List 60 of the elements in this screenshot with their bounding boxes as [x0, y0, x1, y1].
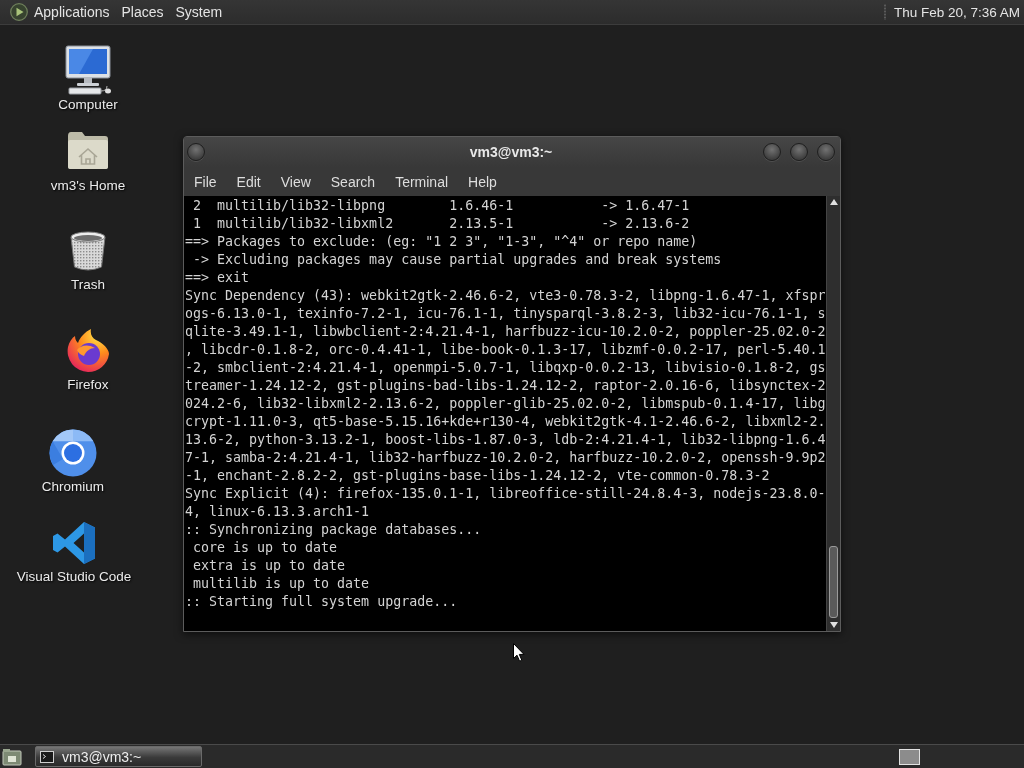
terminal-line: core is up to date — [192, 539, 339, 557]
minimize-button[interactable] — [763, 143, 781, 161]
home-folder-icon[interactable] — [66, 130, 110, 170]
close-button[interactable] — [817, 143, 835, 161]
trash-can-icon[interactable] — [68, 230, 108, 272]
panel-menu[interactable]: Places — [115, 1, 170, 23]
scroll-up-arrow-icon[interactable] — [829, 199, 838, 205]
desktop-icon-label[interactable]: Chromium — [41, 479, 105, 495]
menu-item[interactable]: View — [270, 167, 321, 196]
terminal-line: crypt-1.11.0-3, qt5-base-5.15.16+kde+r130-4, webkit2gtk-4.1-2.46.6-2, libxml2-2. — [185, 413, 826, 431]
terminal-line: :: Synchronizing package databases... — [185, 521, 483, 539]
scroll-down-arrow-icon[interactable] — [829, 622, 838, 628]
terminal-line: qlite-3.49.1-1, libwbclient-2:4.21.4-1, harfbuzz-icu-10.2.0-2, poppler-25.02.0-2 — [185, 323, 826, 341]
vscode-logo-icon[interactable] — [52, 521, 96, 565]
scrollbar-thumb[interactable] — [829, 546, 838, 618]
menu-logo-icon[interactable] — [10, 3, 28, 21]
clock[interactable]: Thu Feb 20, 7:36 AM — [893, 4, 1020, 20]
workspace-switcher[interactable] — [899, 748, 920, 765]
terminal-line: ==> exit — [185, 269, 251, 287]
mouse-pointer-icon — [513, 643, 525, 662]
terminal-line: 7-1, samba-2:4.21.4-1, lib32-harfbuzz-10.2.0-2, harfbuzz-10.2.0-2, openssh-9.9p2 — [185, 449, 826, 467]
firefox-logo-icon[interactable] — [65, 327, 111, 373]
show-desktop-icon[interactable] — [2, 747, 22, 766]
panel-menu[interactable]: System — [169, 1, 229, 23]
terminal-line: ogs-6.13.0-1, texinfo-7.2-1, icu-76.1-1, tinysparql-3.8.2-3, lib32-icu-76.1-1, s — [185, 305, 826, 323]
desktop-icon-label[interactable]: Computer — [58, 97, 118, 113]
desktop-icon-label[interactable]: Visual Studio Code — [16, 569, 132, 585]
terminal-line: multilib is up to date — [192, 575, 371, 593]
terminal-line: Sync Dependency (43): webkit2gtk-2.46.6-2, vte3-0.78.3-2, libpng-1.6.47-1, xfspr — [185, 287, 826, 305]
menu-item[interactable]: File — [184, 167, 227, 196]
menu-item[interactable]: Help — [458, 167, 507, 196]
terminal-line: -2, smbclient-2:4.21.4-1, openmpi-5.0.7-1, libqxp-0.0.2-13, libvisio-0.1.8-2, gs — [185, 359, 826, 377]
terminal-line: ==> Packages to exclude: (eg: "1 2 3", "1-3", "^4" or repo name) — [185, 233, 699, 251]
scrollbar[interactable] — [826, 196, 840, 631]
window-menu-button[interactable] — [187, 143, 205, 161]
computer-monitor-icon[interactable] — [63, 45, 113, 95]
terminal-line: extra is up to date — [192, 557, 347, 575]
chromium-logo-icon[interactable] — [49, 429, 97, 477]
terminal-line: -1, enchant-2.8.2-2, gst-plugins-base-libs-1.24.12-2, vte-common-0.78.3-2 — [185, 467, 771, 485]
menu-item[interactable]: Search — [320, 167, 386, 196]
menu-item[interactable]: Edit — [226, 167, 271, 196]
terminal-line: Sync Explicit (4): firefox-135.0.1-1, libreoffice-still-24.8.4-3, nodejs-23.8.0- — [185, 485, 826, 503]
terminal-line: treamer-1.24.12-2, gst-plugins-bad-libs-1.24.12-2, raptor-2.0.16-6, libsynctex-2 — [185, 377, 826, 395]
maximize-button[interactable] — [790, 143, 808, 161]
terminal-icon — [40, 750, 54, 763]
desktop-icon-label[interactable]: Trash — [71, 277, 105, 293]
desktop-icon-label[interactable]: vm3's Home — [50, 178, 126, 194]
window-title: vm3@vm3:~ — [469, 144, 553, 160]
menu-item[interactable]: Terminal — [385, 167, 459, 196]
terminal-line: :: Starting full system upgrade... — [185, 593, 459, 611]
taskbar-window-button[interactable]: vm3@vm3:~ — [35, 746, 202, 767]
desktop-icon-label[interactable]: Firefox — [67, 377, 109, 393]
terminal-line: , libcdr-0.1.8-2, orc-0.4.41-1, libe-book-0.1.3-17, libzmf-0.0.2-17, perl-5.40.1 — [185, 341, 826, 359]
terminal-line: 4, linux-6.13.3.arch1-1 — [185, 503, 371, 521]
terminal-line: -> Excluding packages may cause partial upgrades and break systems — [192, 251, 723, 269]
terminal-line: 13.6-2, python-3.13.2-1, boost-libs-1.87.0-3, ldb-2:4.21.4-1, lib32-libpng-1.6.4 — [185, 431, 826, 449]
terminal-line: 1 multilib/lib32-libxml2 2.13.5-1 -> 2.13.6-2 — [192, 215, 691, 233]
terminal-line: 024.2-6, lib32-libxml2-2.13.6-2, poppler-glib-25.02.0-2, libmspub-0.1.4-17, libg — [185, 395, 826, 413]
panel-menu[interactable]: Applications — [28, 1, 116, 23]
terminal-line: 2 multilib/lib32-libpng 1.6.46-1 -> 1.6.47-1 — [192, 197, 691, 215]
